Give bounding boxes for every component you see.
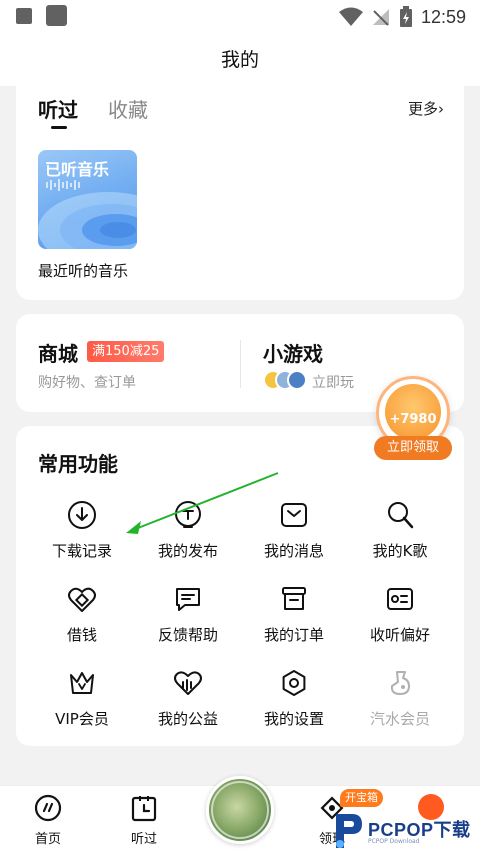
clock: 12:59	[420, 6, 466, 27]
publish-icon	[175, 501, 201, 528]
watermark-logo-icon	[336, 814, 362, 848]
func-my-charity[interactable]: 我的公益	[132, 664, 244, 744]
func-label: 汽水会员	[369, 710, 430, 728]
wifi-icon	[338, 7, 363, 26]
games-avatars	[263, 370, 307, 390]
func-label: 反馈帮助	[157, 626, 218, 644]
nav-label: 听过	[130, 832, 157, 847]
app-notification-icon	[46, 5, 67, 26]
karaoke-icon	[388, 502, 414, 529]
func-my-messages[interactable]: 我的消息	[238, 496, 350, 576]
notification-icon	[16, 8, 32, 24]
feedback-icon	[176, 588, 200, 611]
functions-grid: 下载记录 我的发布 我的消息 我的K歌 借钱 反馈帮助 我的订单 收听偏好 VI…	[16, 496, 464, 736]
func-soda-membership[interactable]: 汽水会员	[344, 664, 456, 744]
func-my-posts[interactable]: 我的发布	[132, 496, 244, 576]
tab-favorites[interactable]: 收藏	[108, 94, 148, 123]
tab-underline	[51, 126, 67, 129]
no-signal-icon	[372, 9, 389, 26]
game-avatar	[287, 370, 307, 390]
func-label: 借钱	[66, 626, 97, 644]
func-label: 我的发布	[157, 542, 218, 560]
recent-music-cover[interactable]: 已听音乐	[38, 150, 137, 249]
shop-title[interactable]: 商城	[38, 338, 78, 367]
func-label: VIP会员	[55, 710, 109, 728]
order-icon	[282, 587, 306, 610]
loan-icon	[68, 587, 96, 612]
cover-text: 已听音乐	[45, 160, 110, 179]
func-label: 我的消息	[263, 542, 324, 560]
more-link[interactable]: 更多›	[408, 98, 444, 119]
soda-icon	[390, 671, 410, 695]
open-treasure-badge[interactable]: 开宝箱	[340, 789, 383, 807]
func-feedback-help[interactable]: 反馈帮助	[132, 580, 244, 660]
section-title: 常用功能	[38, 452, 118, 476]
history-icon	[131, 796, 157, 822]
now-playing-ring	[211, 781, 269, 839]
status-bar: 12:59	[0, 0, 480, 34]
func-borrow[interactable]: 借钱	[26, 580, 138, 660]
func-label: 下载记录	[51, 542, 112, 560]
func-label: 我的K歌	[372, 542, 428, 560]
charity-heart-icon	[174, 671, 202, 695]
func-label: 收听偏好	[369, 626, 430, 644]
watermark-subtext: PCPOP Download	[368, 838, 420, 845]
preference-icon	[387, 588, 413, 610]
reward-amount: +7980	[389, 412, 437, 427]
func-label: 我的设置	[263, 710, 324, 728]
nav-home[interactable]: 首页	[18, 786, 78, 853]
func-label: 我的公益	[157, 710, 218, 728]
common-functions-card: 常用功能 下载记录 我的发布 我的消息 我的K歌 借钱 反馈帮助 我的订单 收听…	[16, 426, 464, 746]
nav-history[interactable]: 听过	[114, 786, 174, 853]
message-icon	[281, 503, 307, 527]
floating-reward[interactable]: +7980 立即领取	[372, 372, 454, 464]
shop-promo-badge: 满150减25	[87, 341, 165, 362]
settings-icon	[282, 670, 306, 696]
func-vip-membership[interactable]: VIP会员	[26, 664, 138, 744]
claim-now-button[interactable]: 立即领取	[374, 436, 452, 460]
home-icon	[34, 794, 62, 822]
func-label: 我的订单	[263, 626, 324, 644]
status-icons: 12:59	[338, 4, 466, 30]
divider	[240, 340, 241, 388]
tab-listened[interactable]: 听过	[38, 94, 78, 123]
games-subtitle[interactable]: 立即玩	[312, 372, 354, 392]
func-download-history[interactable]: 下载记录	[26, 496, 138, 576]
vip-crown-icon	[70, 672, 94, 694]
history-card: 听过 收藏 更多› 已听音乐 最近听的音乐	[16, 86, 464, 300]
func-listening-preference[interactable]: 收听偏好	[344, 580, 456, 660]
download-icon	[68, 501, 96, 529]
battery-charging-icon	[399, 6, 412, 27]
shop-subtitle[interactable]: 购好物、查订单	[38, 372, 136, 392]
func-my-settings[interactable]: 我的设置	[238, 664, 350, 744]
func-my-karaoke[interactable]: 我的K歌	[344, 496, 456, 576]
recent-music-label[interactable]: 最近听的音乐	[38, 260, 128, 281]
now-playing-button[interactable]	[206, 776, 274, 844]
func-my-orders[interactable]: 我的订单	[238, 580, 350, 660]
page-header: 我的	[0, 34, 480, 86]
page-title: 我的	[220, 49, 259, 71]
watermark: PCPOP下载 PCPOP Download	[330, 806, 480, 853]
games-title[interactable]: 小游戏	[263, 338, 323, 367]
nav-label: 首页	[34, 832, 61, 847]
